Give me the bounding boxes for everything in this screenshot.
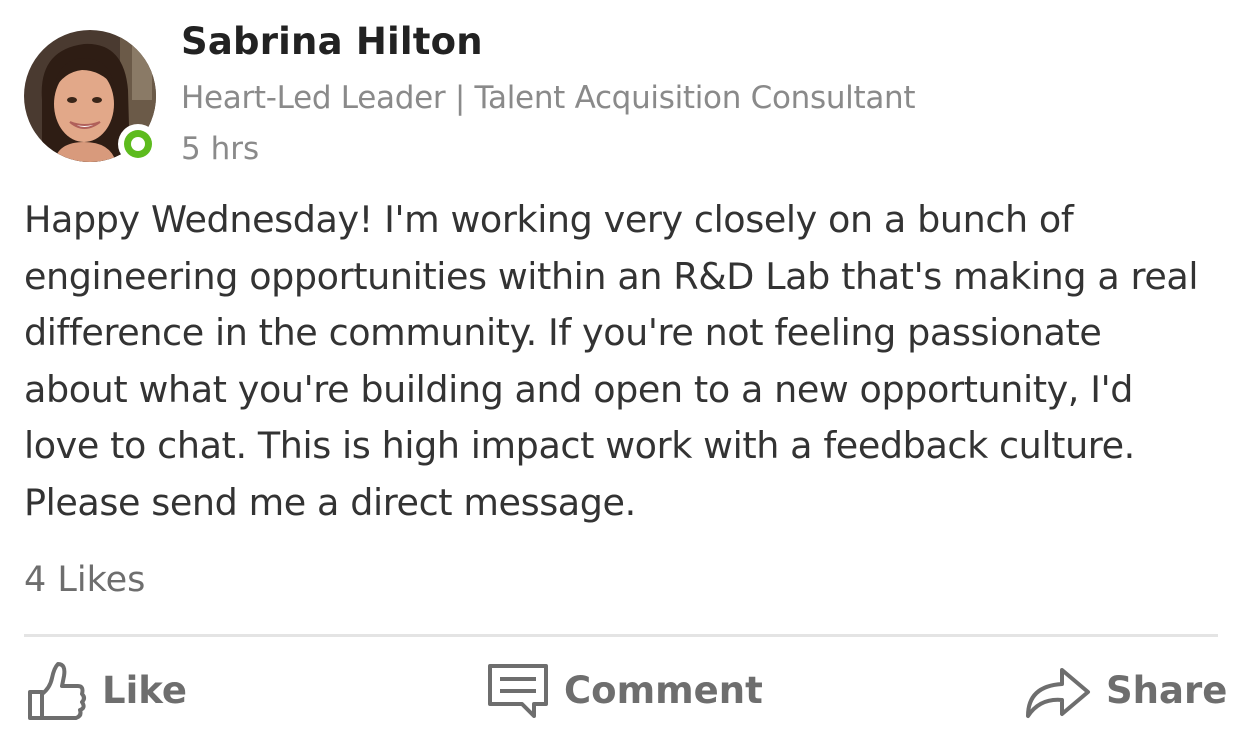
thumbs-up-icon (24, 658, 88, 722)
author-headline: Heart-Led Leader | Talent Acquisition Co… (181, 80, 916, 116)
like-button[interactable]: Like (24, 652, 187, 728)
post-timestamp: 5 hrs (181, 131, 260, 167)
comment-label: Comment (564, 668, 763, 712)
like-label: Like (102, 668, 187, 712)
comment-icon (486, 660, 550, 720)
author-name[interactable]: Sabrina Hilton (181, 20, 483, 63)
feed-post: Sabrina Hilton Heart-Led Leader | Talent… (0, 0, 1242, 735)
share-button[interactable]: Share (1022, 652, 1227, 728)
share-arrow-icon (1022, 658, 1092, 722)
likes-count[interactable]: 4 Likes (24, 560, 145, 600)
online-status-indicator (118, 124, 158, 164)
post-body-text: Happy Wednesday! I'm working very closel… (24, 198, 1199, 524)
divider (24, 634, 1218, 637)
share-label: Share (1106, 668, 1228, 712)
comment-button[interactable]: Comment (486, 652, 763, 728)
online-status-dot (124, 130, 152, 158)
